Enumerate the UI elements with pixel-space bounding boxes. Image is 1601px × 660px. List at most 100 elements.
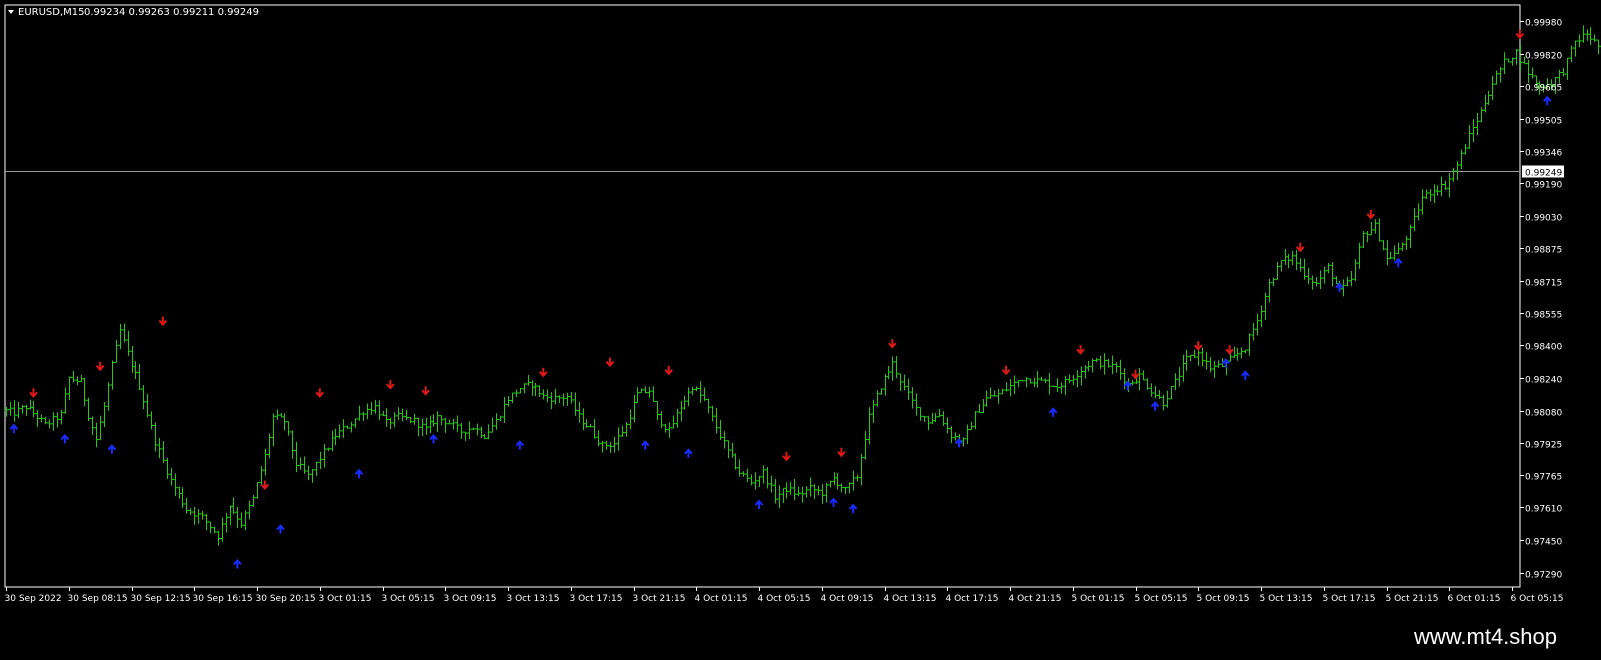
price-bar [1400,242,1405,252]
price-bar [753,472,758,490]
price-bar [1094,357,1099,363]
price-bar [530,380,535,396]
price-bar [1502,52,1507,75]
y-tick-label: 0.99980 [1525,19,1562,29]
y-tick-label: 0.97450 [1525,538,1562,548]
price-bar [855,474,860,482]
price-bar [1098,355,1103,370]
y-tick-label: 0.97765 [1525,473,1562,483]
buy-arrow-icon [107,444,117,454]
price-bar [228,505,233,526]
x-tick-label: 3 Oct 13:15 [507,594,560,604]
price-bar [565,392,570,406]
price-bar [651,386,656,403]
buy-arrow-icon [60,433,70,444]
price-bar [1200,347,1205,367]
price-bar [1318,270,1323,289]
price-bar [808,477,813,497]
price-bar [137,364,142,390]
x-tick-label: 4 Oct 21:15 [1009,594,1062,604]
price-bar [981,398,986,414]
price-bar [1032,377,1037,387]
buy-arrow-icon [1543,95,1552,106]
price-bar [47,419,52,429]
price-bar [310,468,315,483]
price-bar [926,415,931,431]
price-bar [220,517,225,542]
price-bar [851,470,856,491]
price-bar [420,418,425,437]
price-bar [933,413,938,423]
price-bar [1239,347,1244,359]
price-bar [988,387,993,399]
price-bar [290,430,295,459]
price-bar [761,465,766,484]
price-bar [1216,360,1221,368]
price-bar [1592,34,1597,43]
x-tick-label: 3 Oct 01:15 [319,594,372,604]
price-bar [479,426,484,439]
y-tick-label: 0.99030 [1525,214,1562,224]
symbol-dropdown-icon[interactable] [8,10,14,14]
price-bar [1412,208,1417,232]
price-bar [714,408,719,434]
price-bar [1090,358,1095,373]
x-tick-label: 5 Oct 09:15 [1197,594,1250,604]
x-tick-label: 3 Oct 09:15 [444,594,497,604]
chart-window[interactable]: 0.99980 0.99820 0.99665 0.99505 0.99346 0.991… [0,0,1601,616]
price-bar [63,387,68,414]
buy-arrow-icon [1150,401,1160,411]
price-bar [1137,367,1142,391]
price-bar [192,507,197,525]
price-bar [953,432,958,441]
y-tick-label: 0.97290 [1525,571,1562,581]
price-bar [455,415,460,433]
buy-arrow-icon [754,499,764,510]
price-bar [973,411,978,430]
price-bar [1275,262,1280,280]
buy-arrow-icon [848,503,858,514]
sell-arrow-icon [1366,210,1376,220]
price-bar [1039,376,1044,381]
x-tick-label: 5 Oct 13:15 [1260,594,1313,604]
price-bar [86,397,91,421]
price-bar [114,339,119,363]
price-bar [1294,249,1299,271]
price-bar [1181,354,1186,382]
y-tick-label: 0.99190 [1525,181,1562,191]
price-bar [1416,203,1421,221]
price-bar [322,444,327,468]
price-bar [659,411,664,429]
price-bar [922,415,927,422]
price-chart[interactable]: 0.99980 0.99820 0.99665 0.99505 0.99346 0.991… [0,0,1601,616]
price-bar [306,465,311,481]
price-bar [1145,378,1150,390]
price-bar [286,421,291,436]
price-bar [879,388,884,395]
price-bar [1079,366,1084,386]
price-bar [51,412,56,431]
price-bar [1247,333,1252,356]
price-bar [1184,349,1189,371]
price-bar [1004,382,1009,392]
price-bar [180,487,185,509]
price-bar [992,390,997,397]
price-bar [388,417,393,430]
sell-arrow-icon [315,388,325,398]
price-bar [941,411,946,427]
price-bar [1490,75,1495,101]
price-bar [212,526,217,534]
price-bar [694,386,699,392]
buy-arrow-icon [276,524,285,534]
price-bar [1381,240,1386,251]
price-bar [832,472,837,486]
price-bar [435,411,440,432]
price-bar [353,418,358,428]
price-bar [31,400,36,418]
price-bar [16,401,21,419]
buy-arrow-icon [641,440,650,450]
price-bar [1149,383,1154,397]
price-bar [1083,365,1088,379]
price-bar [357,405,362,421]
price-bar [592,419,597,439]
